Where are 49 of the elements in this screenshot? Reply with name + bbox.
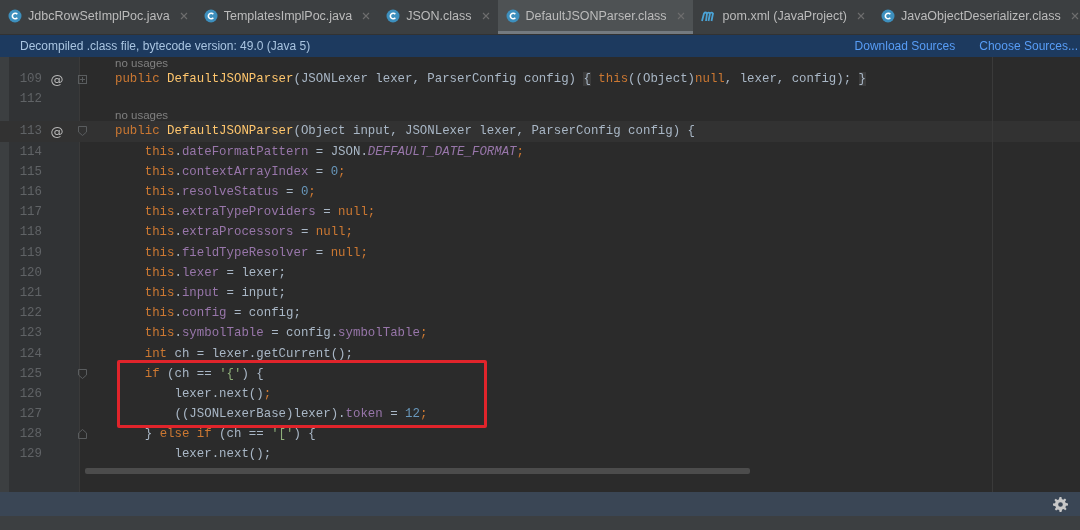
editor-tab[interactable]: DefaultJSONParser.class xyxy=(497,0,693,34)
close-icon[interactable] xyxy=(179,11,188,20)
code-line: this.config = config; xyxy=(143,306,301,321)
editor-tab[interactable]: TemplatesImplPoc.java xyxy=(195,0,379,34)
code-line: this.dateFormatPattern = JSON.DEFFAULT_DATE_FORMAT; xyxy=(143,144,524,159)
banner-link[interactable]: Choose Sources... xyxy=(979,39,1078,53)
code-line: ((JSONLexerBase)lexer).token = 12; xyxy=(173,407,428,422)
close-icon[interactable] xyxy=(481,11,490,20)
code-line: this.lexer = lexer; xyxy=(143,265,287,280)
close-icon[interactable] xyxy=(676,11,685,20)
close-icon[interactable] xyxy=(856,11,865,20)
close-icon[interactable] xyxy=(1070,11,1079,20)
horizontal-scrollbar[interactable] xyxy=(85,467,750,474)
code-line: this.contextArrayIndex = 0; xyxy=(143,164,346,179)
code-line: if (ch == '{') { xyxy=(143,366,264,381)
code-line: this.fieldTypeResolver = null; xyxy=(143,245,368,260)
maven-m-icon xyxy=(700,9,717,22)
fold-plus-icon[interactable] xyxy=(77,74,87,84)
code-line: this.symbolTable = config.symbolTable; xyxy=(143,326,428,341)
settings-icon[interactable] xyxy=(1053,496,1068,512)
editor-tab[interactable]: JdbcRowSetImplPoc.java xyxy=(0,0,196,34)
banner-link[interactable]: Download Sources xyxy=(854,39,956,53)
class-file-icon xyxy=(203,8,218,23)
editor-tab[interactable]: JSON.class xyxy=(378,0,498,34)
code-line: } else if (ch == '[') { xyxy=(143,427,316,442)
usages-hint[interactable]: no usages xyxy=(115,109,169,122)
banner-message: Decompiled .class file, bytecode version: 49.0 (Java 5) xyxy=(20,39,311,53)
code-line: this.input = input; xyxy=(143,285,287,300)
code-line: public DefaultJSONParser(Object input, JSONLexer lexer, ParserConfig config) { xyxy=(115,124,695,139)
fold-open-icon[interactable] xyxy=(77,126,87,137)
class-file-icon xyxy=(8,8,22,23)
fold-end-icon[interactable] xyxy=(77,429,87,440)
code-line: this.resolveStatus = 0; xyxy=(143,185,316,200)
class-file-icon xyxy=(505,8,520,23)
override-marker[interactable]: @ xyxy=(50,123,64,139)
class-file-icon xyxy=(386,8,401,23)
code-line: public DefaultJSONParser(JSONLexer lexer, ParserConfig config) { this((Object)null, lexer, config); } xyxy=(115,72,867,87)
code-line: this.extraTypeProviders = null; xyxy=(143,205,376,220)
close-icon[interactable] xyxy=(362,11,371,20)
code-line: this.extraProcessors = null; xyxy=(143,225,353,240)
code-line: lexer.next(); xyxy=(173,447,272,462)
override-marker[interactable]: @ xyxy=(50,71,64,87)
code-line: int ch = lexer.getCurrent(); xyxy=(143,346,353,361)
class-file-icon xyxy=(880,8,895,23)
usages-hint[interactable]: no usages xyxy=(115,57,169,69)
fold-open-icon[interactable] xyxy=(77,368,87,379)
code-line: lexer.next(); xyxy=(173,386,272,401)
editor-tab[interactable]: JavaObjectDeserializer.class xyxy=(872,0,1080,34)
editor-tab[interactable]: pom.xml (JavaProject) xyxy=(692,0,873,34)
